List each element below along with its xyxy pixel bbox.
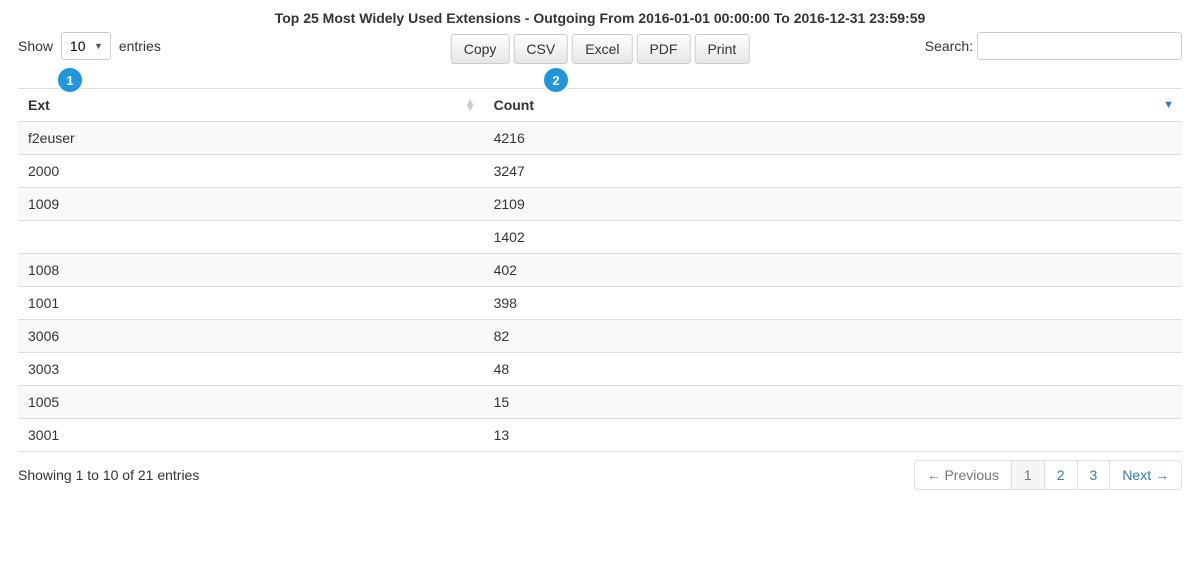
pagination-page-3[interactable]: 3 — [1077, 460, 1111, 490]
table-row: 1001398 — [18, 287, 1182, 320]
cell-ext: 1008 — [18, 254, 484, 287]
column-header-ext[interactable]: Ext ▲▼ — [18, 89, 484, 122]
table-row: 1402 — [18, 221, 1182, 254]
cell-count: 1402 — [484, 221, 1182, 254]
length-control: Show 10 ▼ entries — [18, 32, 161, 60]
length-show-label: Show — [18, 38, 53, 54]
table-row: 10092109 — [18, 188, 1182, 221]
cell-count: 2109 — [484, 188, 1182, 221]
search-control: Search: — [925, 32, 1182, 60]
callout-badge-1: 1 — [58, 68, 82, 92]
table-row: 300682 — [18, 320, 1182, 353]
search-label: Search: — [925, 38, 973, 54]
export-button-group: Copy CSV Excel PDF Print — [451, 34, 750, 64]
excel-button[interactable]: Excel — [572, 34, 632, 64]
cell-ext: 1001 — [18, 287, 484, 320]
cell-count: 398 — [484, 287, 1182, 320]
cell-count: 82 — [484, 320, 1182, 353]
table-row: 20003247 — [18, 155, 1182, 188]
cell-ext — [18, 221, 484, 254]
cell-ext: 3001 — [18, 419, 484, 452]
table-row: f2euser4216 — [18, 122, 1182, 155]
data-table: Ext ▲▼ Count ▼ f2euser421620003247100921… — [18, 88, 1182, 452]
cell-count: 3247 — [484, 155, 1182, 188]
pagination-previous[interactable]: ← Previous — [914, 460, 1012, 490]
cell-ext: 3003 — [18, 353, 484, 386]
table-footer: Showing 1 to 10 of 21 entries ← Previous… — [18, 460, 1182, 490]
cell-count: 48 — [484, 353, 1182, 386]
cell-ext: 1009 — [18, 188, 484, 221]
pagination-page-2[interactable]: 2 — [1044, 460, 1078, 490]
pagination-next[interactable]: Next → — [1109, 460, 1182, 490]
copy-button[interactable]: Copy — [451, 34, 510, 64]
page-title: Top 25 Most Widely Used Extensions - Out… — [18, 10, 1182, 26]
print-button[interactable]: Print — [694, 34, 749, 64]
column-header-count[interactable]: Count ▼ — [484, 89, 1182, 122]
cell-ext: 3006 — [18, 320, 484, 353]
cell-count: 13 — [484, 419, 1182, 452]
cell-ext: 2000 — [18, 155, 484, 188]
column-header-ext-label: Ext — [28, 97, 50, 113]
length-entries-label: entries — [119, 38, 161, 54]
cell-ext: f2euser — [18, 122, 484, 155]
search-input[interactable] — [977, 32, 1182, 60]
table-row: 100515 — [18, 386, 1182, 419]
length-select[interactable]: 10 — [61, 32, 111, 60]
table-row: 1008402 — [18, 254, 1182, 287]
table-row: 300348 — [18, 353, 1182, 386]
pagination-page-1[interactable]: 1 — [1011, 460, 1045, 490]
cell-count: 4216 — [484, 122, 1182, 155]
cell-ext: 1005 — [18, 386, 484, 419]
cell-count: 15 — [484, 386, 1182, 419]
sort-desc-icon: ▼ — [1163, 102, 1174, 108]
column-header-count-label: Count — [494, 97, 534, 113]
table-controls: Show 10 ▼ entries Copy CSV Excel PDF Pri… — [18, 32, 1182, 60]
pagination: ← Previous 1 2 3 Next → — [914, 460, 1182, 490]
table-row: 300113 — [18, 419, 1182, 452]
pdf-button[interactable]: PDF — [636, 34, 690, 64]
callout-badge-2: 2 — [544, 68, 568, 92]
sort-both-icon: ▲▼ — [465, 99, 476, 111]
csv-button[interactable]: CSV — [513, 34, 568, 64]
cell-count: 402 — [484, 254, 1182, 287]
table-info: Showing 1 to 10 of 21 entries — [18, 467, 199, 483]
